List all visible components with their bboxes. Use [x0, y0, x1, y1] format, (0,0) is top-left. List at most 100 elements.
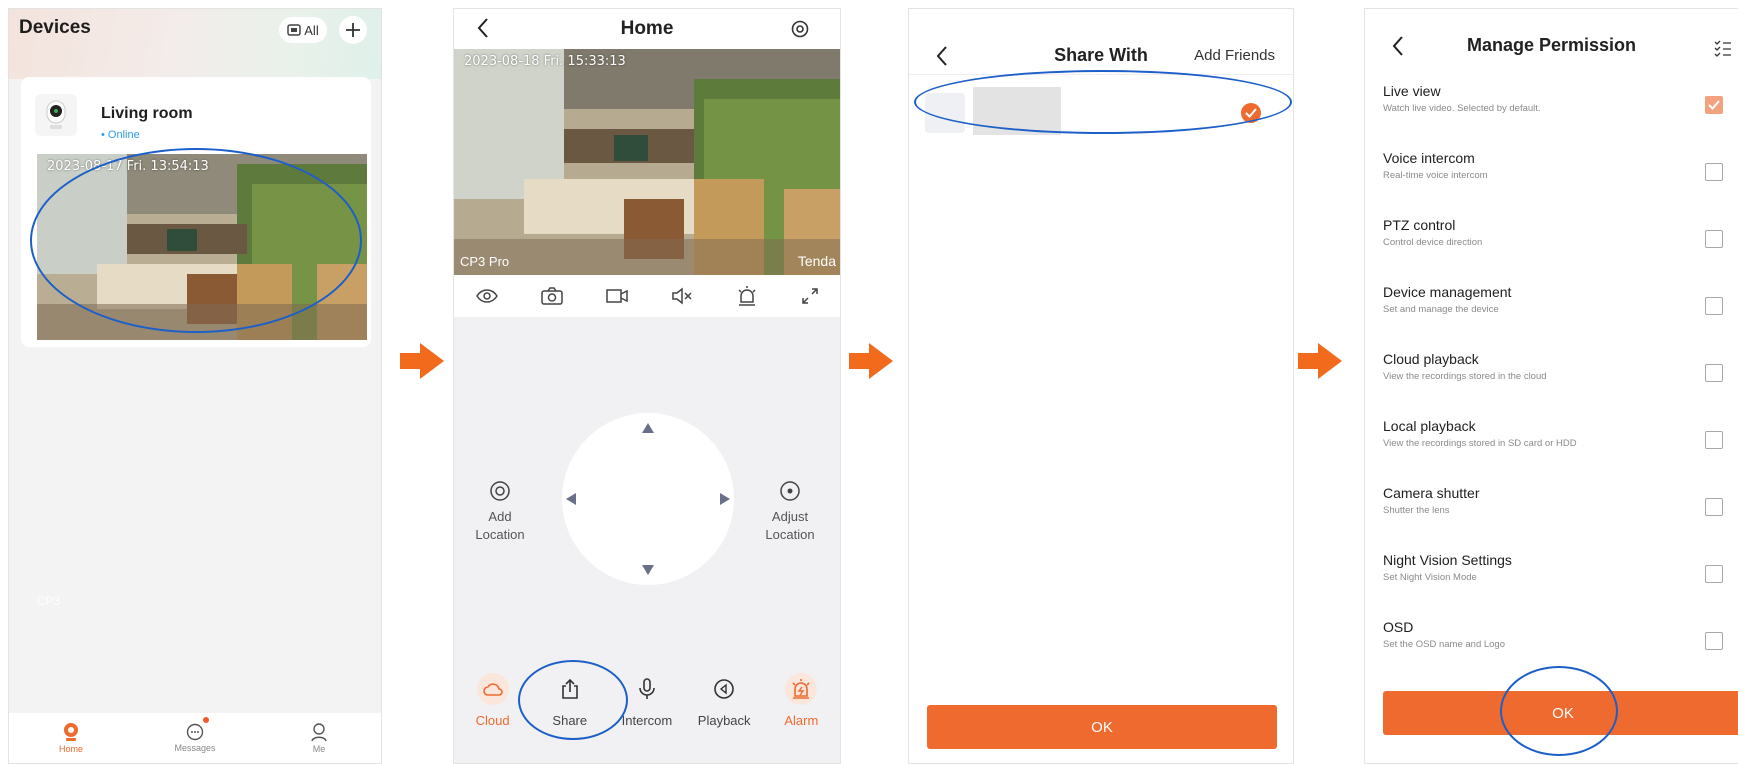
ptz-control-pad[interactable] — [562, 413, 734, 585]
permission-local-playback[interactable]: Local playback View the recordings store… — [1383, 418, 1723, 478]
cloud-label: Cloud — [475, 713, 510, 728]
permission-desc: Control device direction — [1383, 237, 1483, 248]
playback-icon — [708, 673, 740, 705]
permission-desc: View the recordings stored in the cloud — [1383, 371, 1547, 382]
location-add-icon — [490, 481, 510, 501]
permission-device-management[interactable]: Device management Set and manage the dev… — [1383, 284, 1723, 344]
adjust-location-button[interactable]: Adjust Location — [750, 479, 830, 544]
checkbox[interactable] — [1705, 230, 1723, 248]
permission-live-view[interactable]: Live view Watch live video. Selected by … — [1383, 83, 1723, 143]
checkbox[interactable] — [1705, 163, 1723, 181]
record-icon[interactable] — [605, 288, 628, 304]
intercom-label: Intercom — [621, 713, 673, 728]
ok-button[interactable]: OK — [1383, 691, 1738, 735]
share-with-screen: Share With Add Friends OK — [908, 8, 1294, 764]
eye-icon[interactable] — [475, 288, 498, 304]
bottom-tab-bar: Home Messages Me — [9, 713, 381, 763]
arrow-right-icon — [849, 343, 893, 379]
cloud-button[interactable]: Cloud — [458, 673, 528, 728]
permission-desc: Set and manage the device — [1383, 304, 1499, 315]
checkbox-checked[interactable] — [1705, 96, 1723, 114]
user-icon — [311, 723, 327, 742]
permission-name: PTZ control — [1383, 217, 1456, 233]
checkbox[interactable] — [1705, 565, 1723, 583]
page-title: Devices — [19, 17, 91, 38]
tab-me[interactable]: Me — [257, 713, 381, 763]
alarm-touch-icon[interactable] — [736, 285, 758, 307]
tab-me-label: Me — [312, 744, 326, 754]
location-adjust-icon — [780, 481, 800, 501]
checkbox[interactable] — [1705, 498, 1723, 516]
permission-osd[interactable]: OSD Set the OSD name and Logo — [1383, 619, 1723, 679]
filter-label: All — [304, 22, 319, 38]
tab-messages[interactable]: Messages — [133, 713, 257, 763]
model-overlay: CP3 Pro — [460, 254, 510, 269]
permission-desc: View the recordings stored in SD card or… — [1383, 438, 1577, 449]
timestamp-overlay: 2023-08-17 Fri. 13:54:13 — [47, 159, 209, 174]
kitchen-image — [454, 49, 840, 275]
share-header: Share With Add Friends — [909, 9, 1293, 75]
permission-voice-intercom[interactable]: Voice intercom Real-time voice intercom — [1383, 150, 1723, 210]
tab-home-label: Home — [58, 744, 83, 754]
permission-ptz-control[interactable]: PTZ control Control device direction — [1383, 217, 1723, 277]
permission-desc: Set the OSD name and Logo — [1383, 639, 1505, 650]
devices-header: Devices All — [9, 9, 381, 79]
playback-button[interactable]: Playback — [689, 673, 759, 728]
avatar — [925, 93, 965, 133]
add-friends-link[interactable]: Add Friends — [1194, 47, 1275, 64]
tab-messages-label: Messages — [174, 743, 216, 753]
arrow-right-icon — [1298, 343, 1342, 379]
permission-night-vision[interactable]: Night Vision Settings Set Night Vision M… — [1383, 552, 1723, 612]
checkbox[interactable] — [1705, 632, 1723, 650]
alarm-icon — [785, 673, 818, 705]
ptz-up-icon — [642, 423, 654, 433]
page-title: Home — [620, 18, 674, 39]
ok-button[interactable]: OK — [927, 705, 1277, 749]
permission-camera-shutter[interactable]: Camera shutter Shutter the lens — [1383, 485, 1723, 545]
checkbox[interactable] — [1705, 364, 1723, 382]
permission-name: OSD — [1383, 619, 1414, 635]
share-button[interactable]: Share — [535, 673, 605, 728]
fullscreen-icon[interactable] — [801, 287, 819, 305]
checkbox[interactable] — [1705, 297, 1723, 315]
permission-desc: Real-time voice intercom — [1383, 170, 1488, 181]
live-video[interactable]: 2023-08-18 Fri. 15:33:13 CP3 Pro Tenda — [454, 49, 840, 275]
device-name: Living room — [101, 105, 193, 122]
permission-name: Voice intercom — [1383, 150, 1475, 166]
checkbox[interactable] — [1705, 431, 1723, 449]
filter-all-button[interactable]: All — [279, 17, 327, 43]
permission-name: Camera shutter — [1383, 485, 1480, 501]
permission-name: Night Vision Settings — [1383, 552, 1512, 568]
device-status: • Online — [101, 129, 140, 141]
select-all-icon[interactable] — [1714, 39, 1732, 57]
add-device-button[interactable] — [339, 16, 367, 44]
permission-cloud-playback[interactable]: Cloud playback View the recordings store… — [1383, 351, 1723, 411]
snapshot-icon[interactable] — [540, 287, 563, 305]
kitchen-image — [37, 154, 367, 340]
ptz-left-icon — [566, 493, 576, 505]
alarm-button[interactable]: Alarm — [766, 673, 836, 728]
friend-list-item[interactable] — [919, 79, 1285, 143]
permission-name: Local playback — [1383, 418, 1476, 434]
tab-home[interactable]: Home — [9, 713, 133, 763]
intercom-button[interactable]: Intercom — [612, 673, 682, 728]
alarm-label: Alarm — [784, 713, 819, 728]
ptz-right-icon — [720, 493, 730, 505]
model-overlay: CP3 — [37, 594, 61, 608]
settings-gear-icon[interactable] — [790, 19, 810, 39]
permission-desc: Set Night Vision Mode — [1383, 572, 1477, 583]
add-location-button[interactable]: Add Location — [460, 479, 540, 544]
cloud-icon — [476, 673, 509, 705]
permission-name: Live view — [1383, 83, 1441, 99]
home-header: Home — [454, 9, 840, 49]
mute-icon[interactable] — [671, 287, 693, 305]
permission-name: Cloud playback — [1383, 351, 1479, 367]
page-title: Manage Permission — [1466, 35, 1637, 55]
share-label: Share — [552, 713, 588, 728]
camera-preview[interactable]: 2023-08-17 Fri. 13:54:13 — [37, 154, 367, 340]
tutorial-composite: Devices All Living room • Online 2023-08… — [0, 0, 1738, 764]
checkmark-icon[interactable] — [1241, 103, 1261, 123]
action-bar: Cloud Share Intercom Playback Alarm — [454, 673, 840, 728]
camera-list-icon — [287, 24, 302, 36]
brand-overlay: Tenda — [797, 253, 836, 269]
